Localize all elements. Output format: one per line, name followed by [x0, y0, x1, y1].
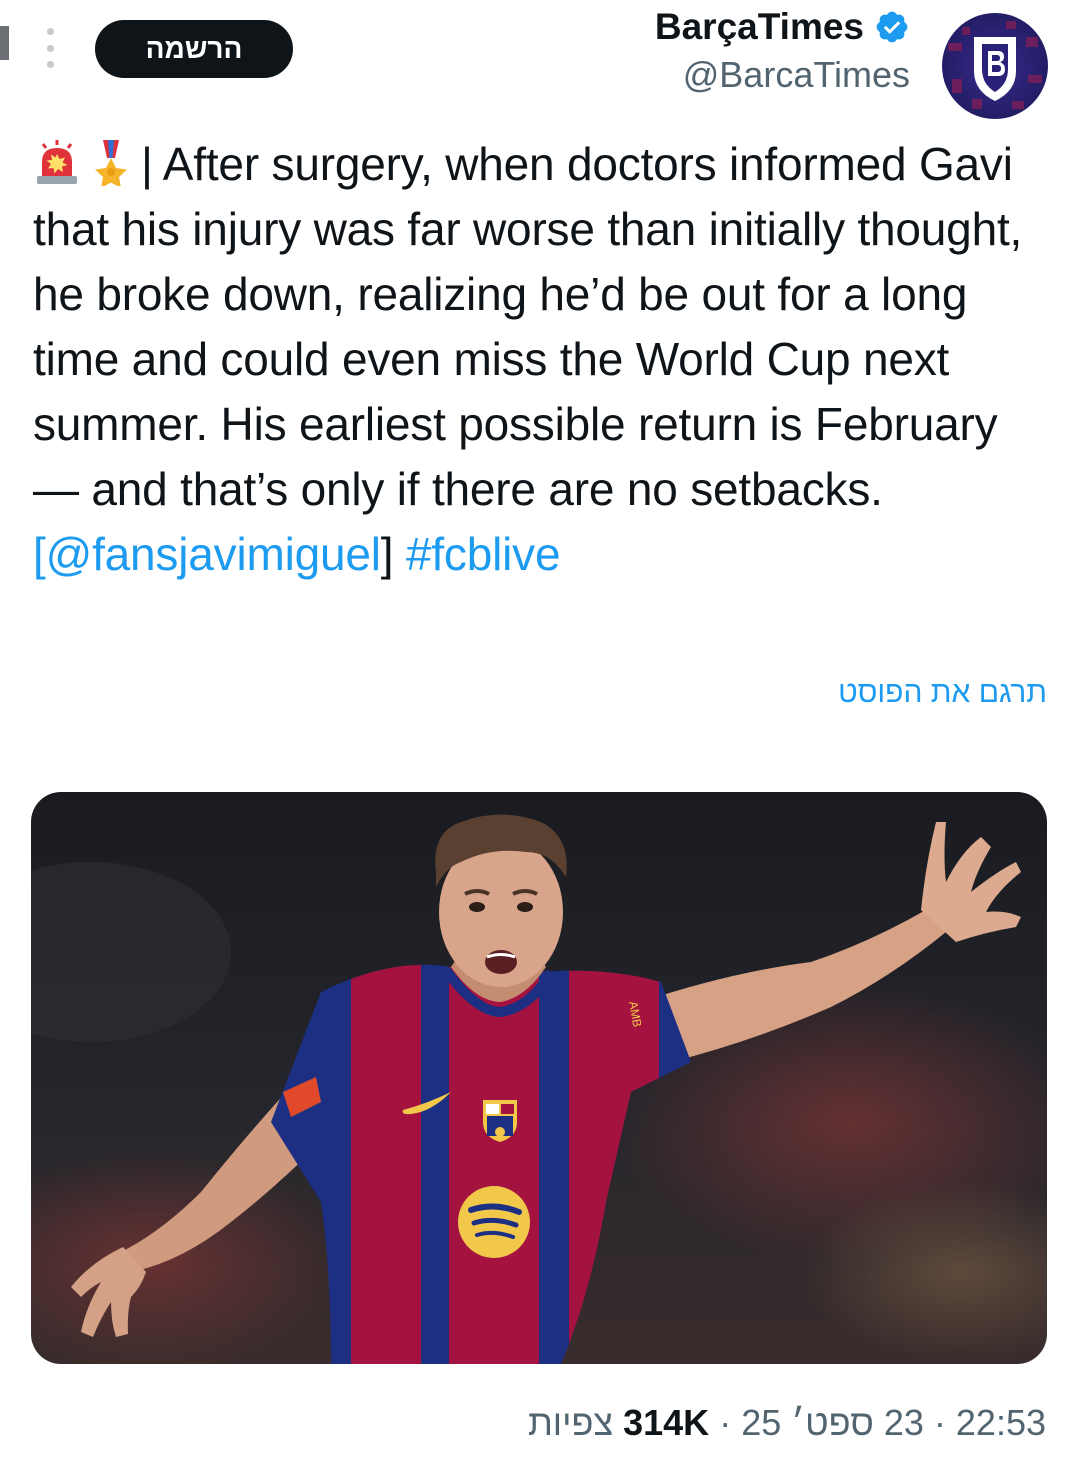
- barcatimes-logo: [942, 13, 1048, 119]
- subscribe-button[interactable]: הרשמה: [95, 20, 293, 78]
- military-medal-icon: [95, 140, 127, 186]
- user-handle[interactable]: @BarcaTimes: [655, 54, 910, 96]
- author-info[interactable]: BarçaTimes @BarcaTimes: [655, 6, 910, 96]
- display-name[interactable]: BarçaTimes: [655, 6, 864, 48]
- tweet-media-image[interactable]: AMB: [31, 792, 1047, 1364]
- tweet-text: | After surgery, when doctors informed G…: [33, 138, 1023, 580]
- edge-handle: [0, 26, 9, 60]
- verified-badge-icon: [876, 11, 908, 43]
- views-label: צפיות: [527, 1402, 614, 1443]
- mention-link[interactable]: [@fansjavimiguel: [33, 528, 381, 580]
- tweet-time[interactable]: 22:53: [956, 1402, 1046, 1443]
- hashtag-link[interactable]: #fcblive: [406, 528, 561, 580]
- translate-post-link[interactable]: תרגם את הפוסט: [838, 676, 1047, 710]
- avatar[interactable]: [942, 13, 1048, 119]
- views-count: 314K: [623, 1402, 710, 1443]
- siren-icon: [37, 140, 77, 184]
- tweet-meta: 22:53 · 23 ספט׳ 25 · 314K צפיות: [527, 1402, 1046, 1443]
- tweet-date[interactable]: 23 ספט׳ 25: [741, 1402, 924, 1443]
- more-options-icon[interactable]: [40, 28, 60, 68]
- player-photo: AMB: [31, 792, 1047, 1364]
